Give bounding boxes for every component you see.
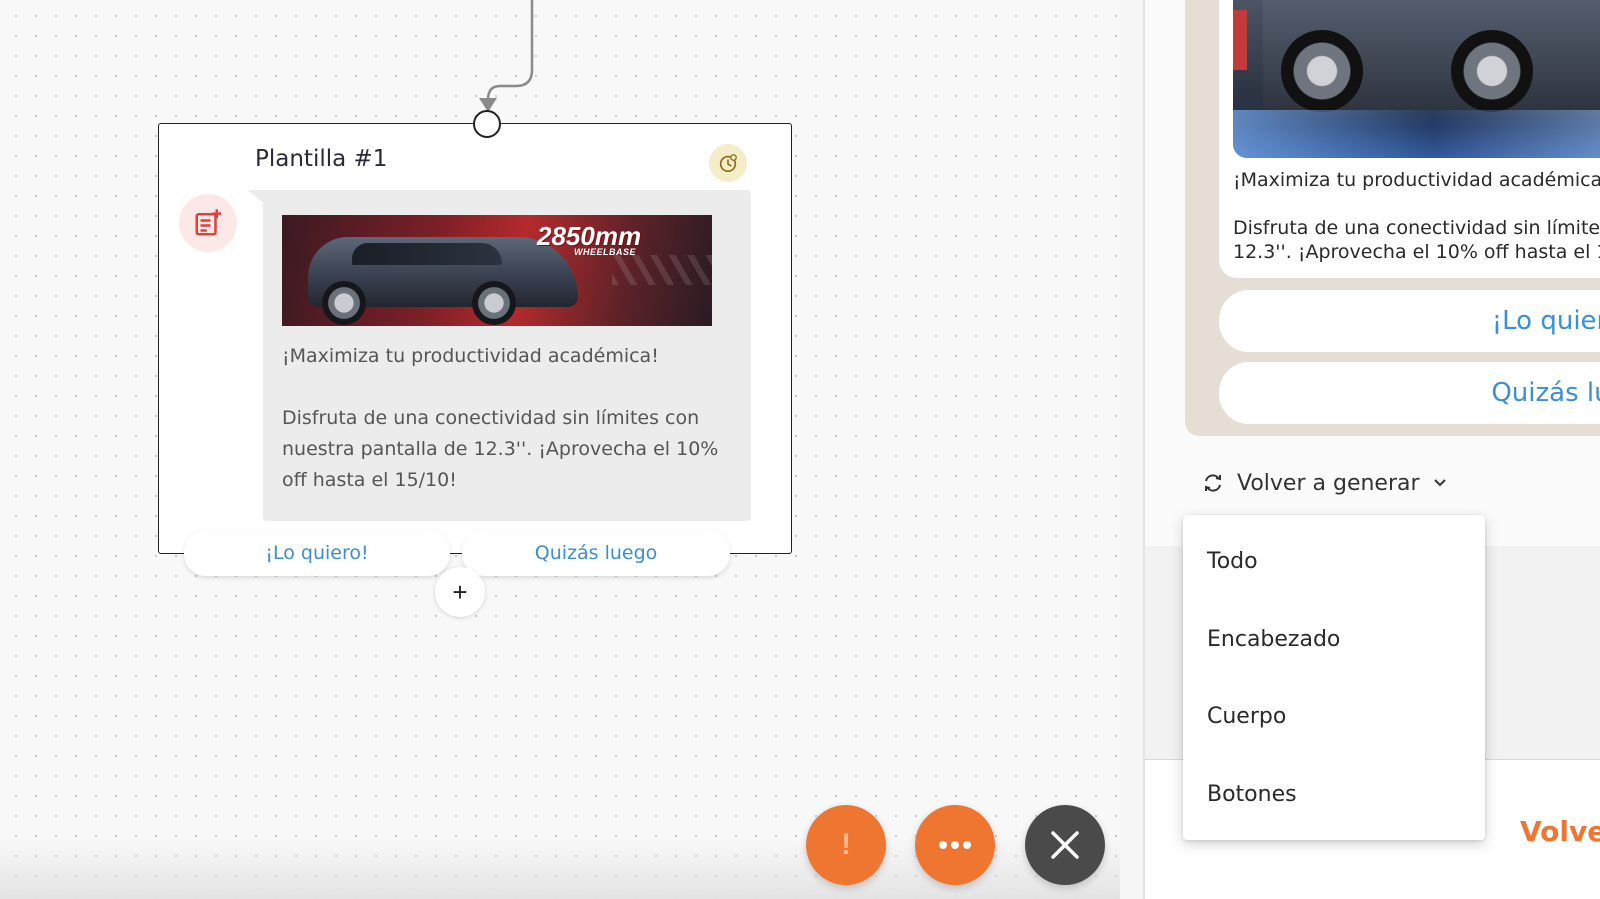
- preview-text: ¡Maximiza tu productividad académica! Di…: [1233, 169, 1600, 263]
- preview-button-2-label: Quizás luego: [1491, 378, 1600, 408]
- preview-button-2[interactable]: Quizás luego: [1219, 362, 1600, 424]
- more-options-button[interactable]: [915, 805, 995, 885]
- message-text: ¡Maximiza tu productividad académica! Di…: [282, 345, 719, 491]
- refresh-icon: [1205, 474, 1221, 492]
- menu-item-cuerpo[interactable]: Cuerpo: [1183, 678, 1485, 756]
- menu-item-todo[interactable]: Todo: [1183, 523, 1485, 601]
- add-step-button[interactable]: +: [435, 567, 485, 617]
- node-input-handle[interactable]: [473, 110, 501, 138]
- alert-button[interactable]: !: [806, 805, 886, 885]
- node-title: Plantilla #1: [255, 146, 388, 172]
- regenerate-dropdown[interactable]: Volver a generar: [1201, 465, 1448, 501]
- message-preview: ¡Maximiza tu productividad académica! Di…: [1185, 0, 1600, 436]
- preview-header-image: [1233, 0, 1600, 158]
- menu-item-botones[interactable]: Botones: [1183, 756, 1485, 834]
- more-horizontal-icon: [939, 841, 971, 849]
- template-add-icon: [179, 194, 237, 252]
- preview-card: ¡Maximiza tu productividad académica! Di…: [1219, 0, 1600, 278]
- template-node[interactable]: Plantilla #1 2850mm WHEELBASE ¡Maximiza …: [158, 123, 792, 554]
- flow-canvas[interactable]: Plantilla #1 2850mm WHEELBASE ¡Maximiza …: [0, 0, 1120, 899]
- regenerate-label: Volver a generar: [1237, 470, 1420, 496]
- header-image: 2850mm WHEELBASE: [282, 215, 712, 326]
- close-icon: [1051, 831, 1079, 859]
- message-bubble: 2850mm WHEELBASE ¡Maximiza tu productivi…: [263, 190, 751, 521]
- quick-reply-button-2[interactable]: Quizás luego: [462, 530, 730, 576]
- plus-icon: +: [452, 576, 468, 607]
- regenerate-action-button[interactable]: Volve: [1520, 815, 1600, 848]
- chevron-down-icon: [1433, 479, 1446, 487]
- quick-reply-button-1[interactable]: ¡Lo quiero!: [184, 530, 450, 576]
- menu-item-encabezado[interactable]: Encabezado: [1183, 601, 1485, 679]
- close-button[interactable]: [1025, 805, 1105, 885]
- connector-line: [479, 0, 534, 112]
- preview-button-1-label: ¡Lo quiero!: [1491, 306, 1600, 336]
- alert-icon: !: [841, 828, 851, 861]
- regenerate-menu: Todo Encabezado Cuerpo Botones: [1183, 515, 1485, 840]
- clock-reset-icon[interactable]: [709, 144, 747, 182]
- image-promo-sub: WHEELBASE: [574, 247, 637, 257]
- preview-button-1[interactable]: ¡Lo quiero!: [1219, 290, 1600, 352]
